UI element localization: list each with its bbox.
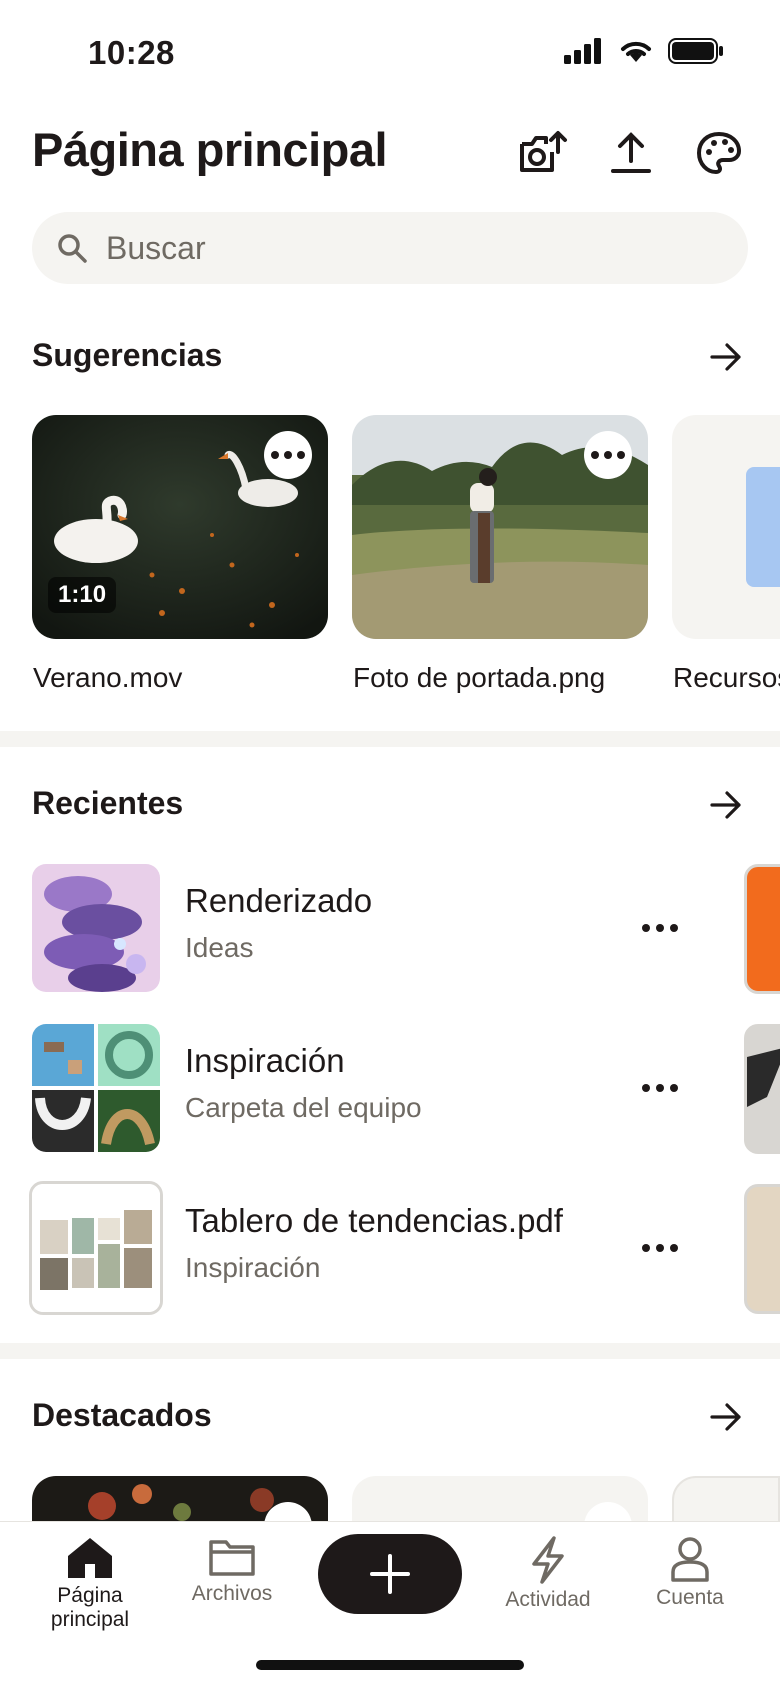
render-thumbnail bbox=[32, 864, 160, 992]
suggestions-see-all-button[interactable] bbox=[704, 335, 748, 379]
section-divider bbox=[0, 731, 780, 747]
recents-title: Recientes bbox=[32, 785, 184, 821]
recent-item[interactable]: Inspiración Carpeta del equipo bbox=[0, 1012, 780, 1162]
wifi-icon bbox=[621, 41, 651, 62]
nav-account[interactable]: Cuenta bbox=[620, 1536, 760, 1610]
more-icon bbox=[642, 1244, 678, 1252]
recent-item-more-button[interactable] bbox=[630, 908, 690, 948]
peek-card bbox=[744, 1184, 780, 1314]
folder-icon bbox=[209, 1540, 255, 1576]
home-icon bbox=[68, 1538, 112, 1578]
card-more-button[interactable] bbox=[584, 431, 632, 479]
upload-icon bbox=[611, 132, 651, 173]
camera-upload-icon bbox=[520, 131, 567, 172]
recent-item-location: Carpeta del equipo bbox=[185, 1092, 422, 1123]
nav-home[interactable]: Página principal bbox=[20, 1536, 160, 1632]
search-icon bbox=[58, 234, 87, 263]
moodboard-pdf-thumbnail bbox=[29, 1181, 163, 1315]
nav-files-label: Archivos bbox=[191, 1582, 273, 1605]
camera-upload-button[interactable] bbox=[516, 126, 570, 180]
battery-icon bbox=[668, 38, 723, 64]
nav-files[interactable]: Archivos bbox=[162, 1536, 302, 1606]
more-icon bbox=[591, 451, 625, 459]
more-icon bbox=[642, 924, 678, 932]
suggestion-card-folder[interactable] bbox=[672, 415, 780, 639]
person-icon bbox=[671, 1537, 709, 1582]
search-bar[interactable] bbox=[32, 212, 748, 284]
peek-card bbox=[744, 864, 780, 994]
recent-item[interactable]: Renderizado Ideas bbox=[0, 852, 780, 1002]
bolt-icon bbox=[532, 1536, 564, 1584]
nav-activity-label: Actividad bbox=[505, 1588, 591, 1611]
arrow-right-icon bbox=[710, 343, 741, 371]
arrow-right-icon bbox=[710, 1403, 741, 1431]
recent-item-name: Renderizado bbox=[185, 882, 373, 919]
arrow-right-icon bbox=[710, 791, 741, 819]
suggestion-card-label: Foto de portada.png bbox=[353, 662, 606, 693]
suggestion-card-label: Verano.mov bbox=[33, 662, 183, 693]
signal-icon bbox=[564, 38, 601, 64]
status-time: 10:28 bbox=[88, 34, 175, 71]
suggestions-title: Sugerencias bbox=[32, 337, 223, 373]
theme-button[interactable] bbox=[692, 126, 746, 180]
suggestion-card-photo[interactable] bbox=[352, 415, 648, 639]
recent-item-more-button[interactable] bbox=[630, 1068, 690, 1108]
recent-item-location: Inspiración bbox=[185, 1252, 321, 1283]
recent-item-location: Ideas bbox=[185, 932, 254, 963]
palette-icon bbox=[697, 132, 741, 174]
recents-see-all-button[interactable] bbox=[704, 783, 748, 827]
recent-item[interactable]: Tablero de tendencias.pdf Inspiración bbox=[0, 1172, 780, 1322]
search-input[interactable] bbox=[104, 228, 668, 268]
upload-button[interactable] bbox=[604, 126, 658, 180]
page-title: Página principal bbox=[32, 123, 388, 176]
home-indicator bbox=[256, 1660, 524, 1670]
add-button[interactable] bbox=[318, 1534, 462, 1614]
status-icons bbox=[564, 38, 724, 64]
folder-preview bbox=[746, 467, 780, 587]
featured-see-all-button[interactable] bbox=[704, 1395, 748, 1439]
peek-card bbox=[744, 1024, 780, 1154]
card-more-button[interactable] bbox=[264, 431, 312, 479]
recent-item-name: Tablero de tendencias.pdf bbox=[185, 1202, 563, 1239]
inspiration-folder-thumbnail bbox=[32, 1024, 160, 1152]
nav-home-label: Página principal bbox=[50, 1584, 130, 1631]
plus-icon bbox=[370, 1554, 410, 1594]
more-icon bbox=[642, 1084, 678, 1092]
featured-title: Destacados bbox=[32, 1397, 212, 1433]
more-icon bbox=[271, 451, 305, 459]
video-duration: 1:10 bbox=[48, 577, 117, 613]
recent-item-name: Inspiración bbox=[185, 1042, 345, 1079]
recent-item-more-button[interactable] bbox=[630, 1228, 690, 1268]
suggestion-card-label: Recursos bbox=[673, 662, 780, 693]
suggestion-card-video[interactable]: 1:10 bbox=[32, 415, 328, 639]
nav-activity[interactable]: Actividad bbox=[478, 1536, 618, 1612]
section-divider bbox=[0, 1343, 780, 1359]
nav-account-label: Cuenta bbox=[656, 1586, 724, 1609]
